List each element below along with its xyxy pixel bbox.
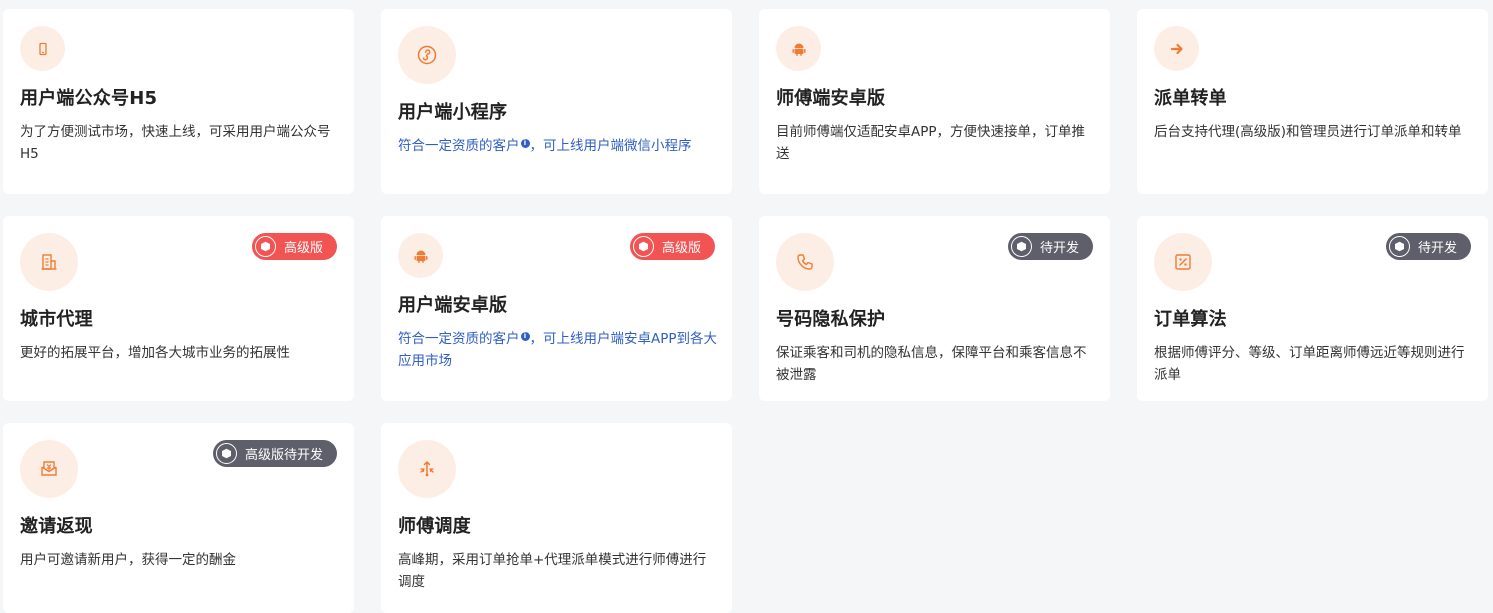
feature-card-invite-cashback[interactable]: 高级版待开发 邀请返现 用户可邀请新用户，获得一定的酬金 (3, 423, 354, 613)
card-description: 符合一定资质的客户 i ，可上线用户端微信小程序 (398, 138, 692, 154)
card-title: 派单转单 (1154, 88, 1227, 109)
feature-card-order-algorithm[interactable]: 待开发 订单算法 根据师傅评分、等级、订单距离师傅远近等规则进行派单 (1137, 216, 1488, 401)
feature-card-user-h5[interactable]: 用户端公众号H5 为了方便测试市场，快速上线，可采用用户端公众号H5 (3, 9, 354, 194)
algorithm-icon (1154, 233, 1212, 291)
mobile-phone-icon (20, 26, 65, 71)
mini-program-icon (398, 26, 456, 84)
card-description: 为了方便测试市场，快速上线，可采用用户端公众号H5 (20, 124, 331, 162)
feature-card-privacy[interactable]: 待开发 号码隐私保护 保证乘客和司机的隐私信息，保障平台和乘客信息不被泄露 (759, 216, 1110, 401)
feature-card-city-agent[interactable]: 高级版 城市代理 更好的拓展平台，增加各大城市业务的拓展性 (3, 216, 354, 401)
edition-badge: 高级版 (251, 233, 337, 260)
badge-label: 待开发 (1417, 241, 1457, 256)
phone-icon (776, 233, 834, 291)
card-title: 师傅调度 (398, 516, 471, 537)
card-title: 用户端安卓版 (398, 295, 508, 316)
status-badge: 高级版待开发 (212, 440, 337, 467)
badge-label: 待开发 (1039, 241, 1079, 256)
cube-icon (254, 236, 276, 257)
status-badge: 待开发 (1385, 233, 1471, 260)
status-badge: 待开发 (1007, 233, 1093, 260)
qualification-link[interactable]: 符合一定资质的客户 (398, 138, 520, 154)
feature-card-dispatch-transfer[interactable]: 派单转单 后台支持代理(高级版)和管理员进行订单派单和转单 (1137, 9, 1488, 194)
cube-icon (215, 443, 237, 464)
card-title: 邀请返现 (20, 516, 93, 537)
card-title: 用户端小程序 (398, 102, 508, 123)
cube-icon (1388, 236, 1410, 257)
feature-card-master-dispatch[interactable]: 师傅调度 高峰期，采用订单抢单+代理派单模式进行师傅进行调度 (381, 423, 732, 613)
city-building-icon (20, 233, 78, 291)
edition-badge: 高级版 (629, 233, 715, 260)
android-icon (398, 233, 443, 278)
feature-card-user-android[interactable]: 高级版 用户端安卓版 符合一定资质的客户 i ，可上线用户端安卓APP到各大应用市场 (381, 216, 732, 401)
card-title: 用户端公众号H5 (20, 88, 158, 109)
badge-label: 高级版待开发 (244, 448, 323, 463)
card-description: 符合一定资质的客户 i ，可上线用户端安卓APP到各大应用市场 (398, 331, 718, 369)
info-icon[interactable]: i (520, 138, 530, 148)
card-title: 订单算法 (1154, 309, 1227, 330)
card-description: 用户可邀请新用户，获得一定的酬金 (20, 552, 236, 568)
card-title: 城市代理 (20, 309, 93, 330)
badge-label: 高级版 (283, 241, 323, 256)
card-description: 后台支持代理(高级版)和管理员进行订单派单和转单 (1154, 124, 1462, 140)
feature-card-master-android[interactable]: 师傅端安卓版 目前师傅端仅适配安卓APP，方便快速接单，订单推送 (759, 9, 1110, 194)
card-description: 保证乘客和司机的隐私信息，保障平台和乘客信息不被泄露 (776, 345, 1087, 383)
dispatch-icon (398, 440, 456, 498)
card-title: 号码隐私保护 (776, 309, 886, 330)
card-description: 根据师傅评分、等级、订单距离师傅远近等规则进行派单 (1154, 345, 1465, 383)
cube-icon (632, 236, 654, 257)
feature-card-user-miniprogram[interactable]: 用户端小程序 符合一定资质的客户 i ，可上线用户端微信小程序 (381, 9, 732, 194)
arrow-right-icon (1154, 26, 1199, 71)
cashback-icon (20, 440, 78, 498)
qualification-link[interactable]: 符合一定资质的客户 (398, 331, 520, 347)
badge-label: 高级版 (661, 241, 701, 256)
cube-icon (1010, 236, 1032, 257)
card-description: 更好的拓展平台，增加各大城市业务的拓展性 (20, 345, 290, 361)
card-description: 目前师傅端仅适配安卓APP，方便快速接单，订单推送 (776, 124, 1086, 162)
card-description: 高峰期，采用订单抢单+代理派单模式进行师傅进行调度 (398, 552, 707, 590)
card-title: 师傅端安卓版 (776, 88, 886, 109)
info-icon[interactable]: i (520, 331, 530, 341)
android-icon (776, 26, 821, 71)
